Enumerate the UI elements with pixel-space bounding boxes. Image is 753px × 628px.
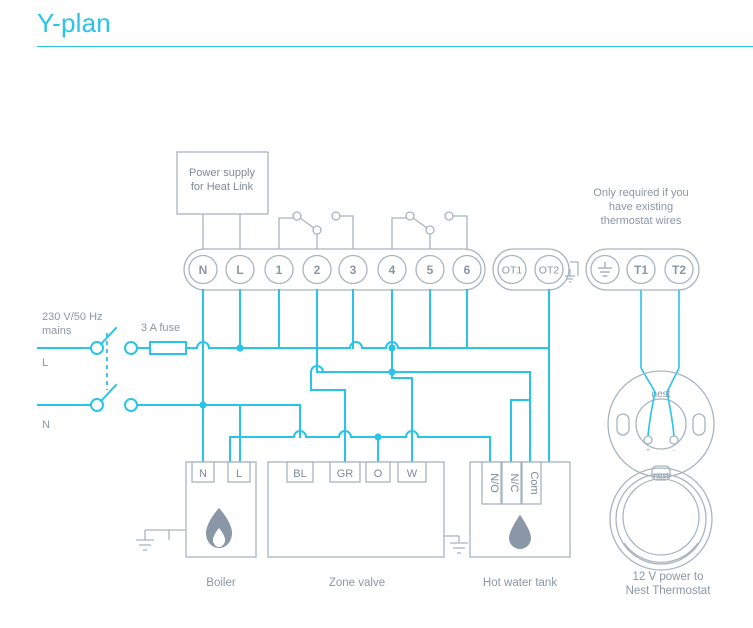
- device-hot-water-tank: N/O N/C Com Hot water tank: [469, 461, 571, 589]
- terminal-OT2[interactable]: OT2: [534, 254, 564, 285]
- diagram-canvas: Y-plan Power supply for Heat Link N L 1 …: [0, 0, 753, 628]
- terminal-1[interactable]: 1: [264, 254, 294, 285]
- zone-valve-earth-icon: [444, 535, 468, 554]
- zone-valve-terminal-BL-label: BL: [293, 468, 306, 480]
- zone-valve-terminal-O-label: O: [374, 468, 383, 480]
- terminal-4[interactable]: 4: [377, 254, 407, 285]
- terminal-OT2-label: OT2: [539, 265, 560, 277]
- hot-water-terminal-Com-label: Com: [528, 471, 540, 494]
- terminal-L[interactable]: L: [225, 254, 255, 285]
- terminal-N-label: N: [199, 263, 208, 277]
- wiring-network: [199, 289, 680, 473]
- nest-base-terminal-right-label: -: [673, 448, 675, 454]
- terminal-OT1-label: OT1: [502, 265, 523, 277]
- note-line3: thermostat wires: [601, 215, 682, 227]
- relay-contacts-left: [278, 211, 354, 250]
- heat-link-terminal-group-thermostat: T1 T2: [585, 248, 700, 291]
- hot-water-tank-caption: Hot water tank: [483, 577, 557, 589]
- terminal-5-label: 5: [427, 263, 434, 277]
- terminal-6-label: 6: [464, 263, 471, 277]
- terminal-L-label: L: [236, 263, 243, 277]
- terminal-1-label: 1: [276, 263, 283, 277]
- terminal-OT1[interactable]: OT1: [497, 254, 527, 285]
- fuse-label: 3 A fuse: [141, 322, 180, 334]
- terminal-T2[interactable]: T2: [664, 254, 694, 285]
- nest-base-plate: nest + -: [607, 370, 715, 481]
- terminal-5[interactable]: 5: [415, 254, 445, 285]
- terminal-T2-label: T2: [672, 263, 686, 277]
- note-thermostat-wires: Only required if you have existing therm…: [593, 187, 688, 227]
- nest-unit-logo: nest: [653, 471, 669, 480]
- zone-valve-terminal-W-label: W: [407, 468, 418, 480]
- heat-link-terminal-group-main: N L 1 2 3 4 5 6: [183, 248, 486, 291]
- hot-water-terminal-NC-label: N/C: [508, 474, 520, 493]
- power-supply-line1: Power supply: [189, 167, 256, 179]
- mains-supply: 230 V/50 Hz mains L N 3 A fuse: [37, 311, 351, 431]
- boiler-terminal-N-label: N: [199, 468, 207, 480]
- terminal-2-label: 2: [314, 263, 321, 277]
- mains-label-line1: 230 V/50 Hz: [42, 311, 103, 323]
- mains-neutral-label: N: [42, 419, 50, 431]
- power-supply-line2: for Heat Link: [191, 181, 254, 193]
- terminal-N[interactable]: N: [188, 254, 218, 285]
- terminal-earth[interactable]: [590, 254, 620, 285]
- device-boiler: N L Boiler: [136, 461, 257, 589]
- boiler-earth-icon: [136, 529, 170, 551]
- terminal-2[interactable]: 2: [302, 254, 332, 285]
- boiler-terminal-L-label: L: [236, 468, 242, 480]
- zone-valve-terminal-GR-label: GR: [337, 468, 354, 480]
- nest-power-line1: 12 V power to: [633, 571, 704, 583]
- nest-base-terminal-left-label: +: [646, 448, 650, 454]
- note-nest-power: 12 V power to Nest Thermostat: [626, 571, 712, 597]
- terminal-4-label: 4: [389, 263, 396, 277]
- power-supply-box: Power supply for Heat Link: [176, 151, 269, 250]
- terminal-3-label: 3: [350, 263, 357, 277]
- nest-power-line2: Nest Thermostat: [626, 585, 712, 597]
- device-zone-valve: BL GR O W Zone valve: [267, 461, 468, 589]
- note-line2: have existing: [609, 201, 673, 213]
- terminal-3[interactable]: 3: [338, 254, 368, 285]
- nest-thermostat-unit[interactable]: nest: [609, 467, 713, 571]
- junction-dot: [236, 344, 244, 352]
- junction-dot: [388, 344, 396, 352]
- zone-valve-caption: Zone valve: [329, 577, 385, 589]
- junction-dot: [388, 368, 396, 376]
- terminal-T1[interactable]: T1: [626, 254, 656, 285]
- note-line1: Only required if you: [593, 187, 688, 199]
- mains-live-label: L: [42, 357, 48, 369]
- hot-water-terminal-NO-label: N/O: [488, 473, 500, 493]
- heat-link-terminal-group-opentherm: OT1 OT2: [492, 248, 570, 291]
- boiler-caption: Boiler: [206, 577, 236, 589]
- mains-label-line2: mains: [42, 325, 72, 337]
- relay-contacts-right: [391, 211, 468, 250]
- terminal-6[interactable]: 6: [452, 254, 482, 285]
- terminal-T1-label: T1: [634, 263, 648, 277]
- wiring-diagram: Power supply for Heat Link N L 1 2 3 4 5…: [37, 151, 715, 597]
